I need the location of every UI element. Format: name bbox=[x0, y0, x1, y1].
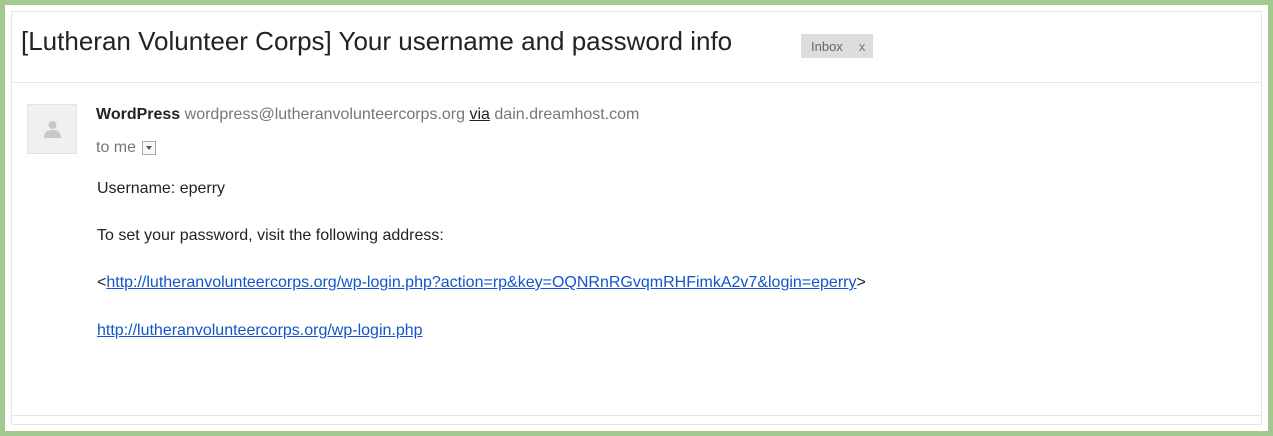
login-link-line: http://lutheranvolunteercorps.org/wp-log… bbox=[97, 322, 423, 340]
sender-line: WordPress wordpress@lutheranvolunteercor… bbox=[96, 106, 639, 124]
inbox-label-text: Inbox bbox=[811, 38, 843, 54]
person-icon bbox=[44, 121, 61, 138]
sender-address[interactable]: wordpress@lutheranvolunteercorps.org bbox=[185, 106, 465, 123]
recipient-text: to me bbox=[96, 139, 137, 156]
remove-label-button[interactable]: x bbox=[859, 39, 866, 54]
sender-avatar[interactable] bbox=[27, 104, 77, 154]
reset-link-open-bracket: < bbox=[97, 274, 107, 291]
username-line: Username: eperry bbox=[97, 180, 226, 197]
show-details-dropdown[interactable] bbox=[142, 141, 157, 155]
divider bbox=[12, 415, 1261, 416]
sender-name[interactable]: WordPress bbox=[96, 106, 180, 123]
via-host: dain.dreamhost.com bbox=[494, 106, 640, 123]
email-view: [Lutheran Volunteer Corps] Your username… bbox=[11, 11, 1262, 425]
screenshot-frame: [Lutheran Volunteer Corps] Your username… bbox=[0, 0, 1273, 436]
reset-link-close-bracket: > bbox=[856, 274, 866, 291]
via-link[interactable]: via bbox=[469, 106, 489, 123]
inbox-label-chip[interactable]: Inbox x bbox=[801, 34, 874, 58]
password-reset-link[interactable]: http://lutheranvolunteercorps.org/wp-log… bbox=[106, 274, 856, 291]
email-subject: [Lutheran Volunteer Corps] Your username… bbox=[21, 26, 733, 56]
recipient-line: to me bbox=[96, 139, 157, 157]
subject-row: [Lutheran Volunteer Corps] Your username… bbox=[12, 12, 1261, 83]
login-link[interactable]: http://lutheranvolunteercorps.org/wp-log… bbox=[97, 322, 423, 339]
reset-link-line: <http://lutheranvolunteercorps.org/wp-lo… bbox=[97, 274, 866, 292]
instruction-line: To set your password, visit the followin… bbox=[97, 227, 444, 244]
